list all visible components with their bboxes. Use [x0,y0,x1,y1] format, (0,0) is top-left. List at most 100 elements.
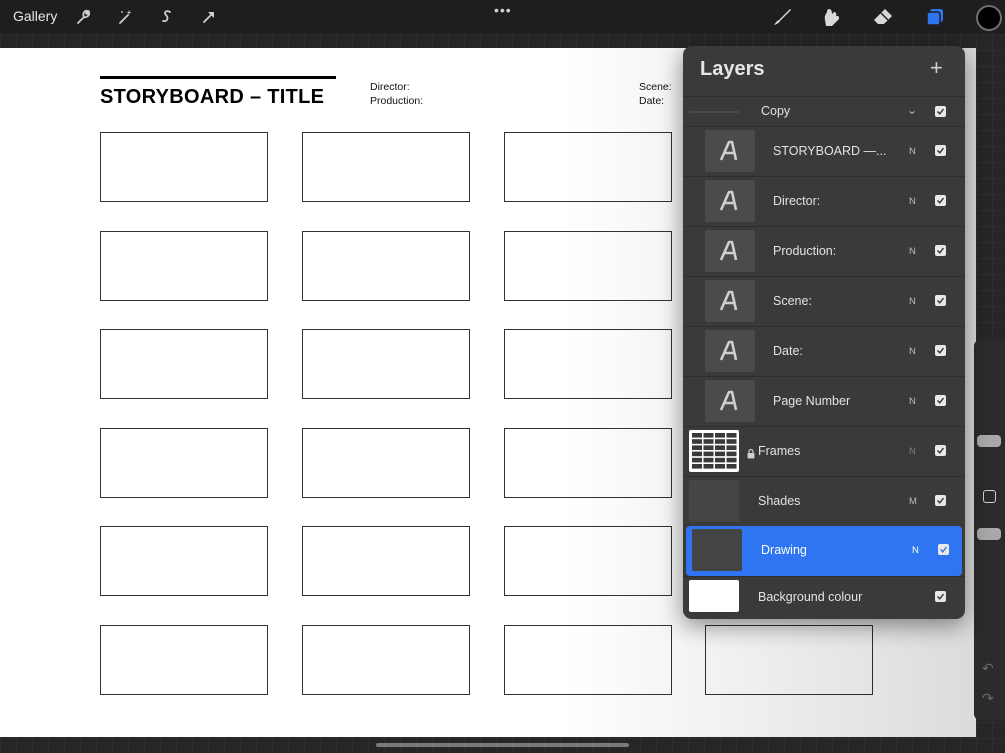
chevron-down-icon[interactable]: ⌄ [907,103,917,117]
frames-thumbnail [689,430,739,472]
layer-visibility-checkbox[interactable] [938,544,949,555]
blend-mode-button[interactable]: N [909,346,916,357]
layer-visibility-checkbox[interactable] [935,345,946,356]
group-name: Copy [761,104,791,118]
layer-group-copy[interactable]: Copy ⌄ [683,96,965,126]
layer-row[interactable]: STORYBOARD —... N [683,126,965,176]
production-label: Production: [370,95,424,107]
title-rule [100,76,336,79]
storyboard-frame [100,624,268,695]
storyboard-frame [100,329,268,399]
brush-icon[interactable] [770,5,794,29]
layer-visibility-checkbox[interactable] [935,245,946,256]
layer-row[interactable]: Scene: N [683,276,965,326]
undo-icon[interactable]: ↶ [982,660,994,677]
redo-icon[interactable]: ↷ [982,690,994,707]
storyboard-frame [504,230,672,301]
blend-mode-button[interactable]: N [909,446,916,457]
blend-mode-button[interactable]: N [909,246,916,257]
scene-label: Scene: [639,81,672,93]
group-visibility-checkbox[interactable] [935,106,946,117]
layer-visibility-checkbox[interactable] [935,591,946,602]
text-layer-icon [705,130,755,172]
storyboard-frame [302,230,470,301]
layer-row[interactable]: Page Number N [683,376,965,426]
layer-name: Shades [758,494,801,508]
side-slider-rail: ↶ ↷ [974,340,1005,720]
layer-row[interactable]: Production: N [683,226,965,276]
text-layer-icon [705,180,755,222]
storyboard-frame [302,329,470,399]
smudge-icon[interactable] [820,5,844,29]
gallery-button[interactable]: Gallery [13,8,57,24]
color-picker-button[interactable] [976,5,1002,31]
storyboard-frame [302,624,470,695]
blend-mode-button[interactable]: N [909,146,916,157]
blend-mode-button[interactable]: N [909,396,916,407]
layer-visibility-checkbox[interactable] [935,145,946,156]
layer-name: Scene: [773,294,812,308]
eraser-icon[interactable] [871,5,895,29]
layer-name: Page Number [773,394,851,408]
layer-name: Production: [773,244,837,258]
group-divider [689,111,739,113]
layer-thumbnail [692,529,742,571]
storyboard-frame [504,132,672,202]
storyboard-frame [504,526,672,596]
layer-visibility-checkbox[interactable] [935,495,946,506]
layer-name: STORYBOARD —... [773,144,887,158]
text-layer-icon [705,380,755,422]
layer-visibility-checkbox[interactable] [935,395,946,406]
blend-mode-button[interactable]: M [909,496,917,507]
layer-name: Background colour [758,590,863,604]
layer-visibility-checkbox[interactable] [935,295,946,306]
blend-mode-button[interactable]: N [909,296,916,307]
director-label: Director: [370,81,410,93]
layers-title: Layers [700,58,765,80]
home-indicator [376,743,629,747]
layer-name: Frames [758,444,801,458]
opacity-slider[interactable] [977,528,1001,540]
layer-row[interactable]: Date: N [683,326,965,376]
layer-visibility-checkbox[interactable] [935,445,946,456]
layer-name: Director: [773,194,821,208]
layer-row[interactable]: Shades M [683,476,965,526]
storyboard-frame [302,526,470,596]
date-label: Date: [639,95,665,107]
storyboard-frame [504,427,672,498]
text-layer-icon [705,230,755,272]
transform-arrow-icon[interactable] [197,5,221,29]
layer-row[interactable]: Drawing N [686,526,962,576]
layer-thumbnail [689,480,739,522]
layer-row[interactable]: Frames N [683,426,965,476]
storyboard-frame [100,230,268,301]
add-layer-button[interactable]: + [930,56,943,80]
blend-mode-button[interactable]: N [912,545,919,556]
layer-name: Date: [773,344,803,358]
storyboard-frame [302,132,470,202]
selection-icon[interactable] [155,5,179,29]
lock-icon [747,446,755,464]
background-color-swatch [689,580,739,612]
layer-visibility-checkbox[interactable] [935,195,946,206]
layer-name: Drawing [761,543,807,557]
wrench-icon[interactable] [71,5,95,29]
magic-wand-icon[interactable] [113,5,137,29]
text-layer-icon [705,280,755,322]
blend-mode-button[interactable]: N [909,196,916,207]
text-layer-icon [705,330,755,372]
more-options-button[interactable]: ••• [494,2,512,18]
brush-size-slider[interactable] [977,435,1001,447]
storyboard-frame [504,329,672,399]
storyboard-frame [504,624,672,695]
storyboard-frame [100,132,268,202]
layers-icon[interactable] [923,5,947,29]
storyboard-frame [705,624,873,695]
storyboard-frame [100,526,268,596]
storyboard-frame [100,427,268,498]
layers-panel: Layers + Copy ⌄ STORYBOARD —... N Director… [683,46,965,619]
layer-row[interactable]: Director: N [683,176,965,226]
storyboard-frame [302,427,470,498]
modify-button[interactable] [983,490,996,503]
layer-row[interactable]: Background colour [683,576,965,618]
